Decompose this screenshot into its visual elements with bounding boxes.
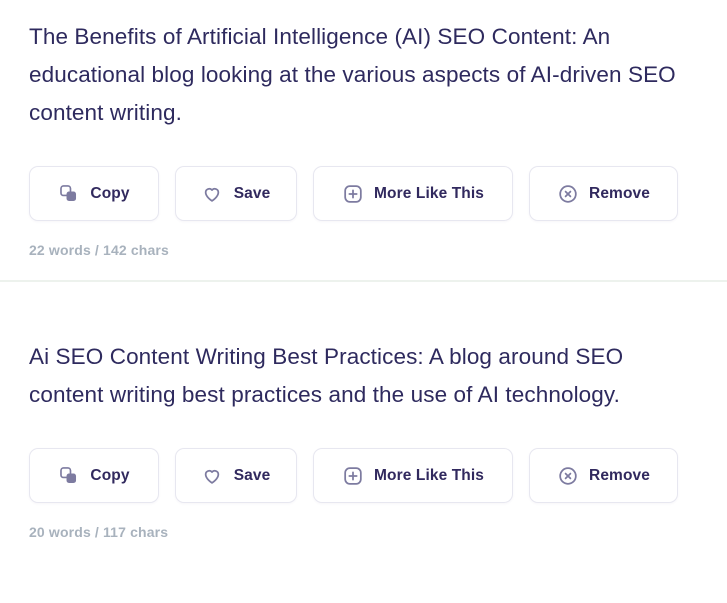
word-char-count: 20 words / 117 chars xyxy=(29,524,169,540)
card-action-row: Copy Save More Like This Remove xyxy=(29,166,698,221)
remove-button[interactable]: Remove xyxy=(529,448,678,503)
card-action-row: Copy Save More Like This Remove xyxy=(29,448,698,503)
content-idea-text: The Benefits of Artificial Intelligence … xyxy=(29,24,676,125)
plus-square-icon xyxy=(342,465,363,486)
more-like-this-button-label: More Like This xyxy=(374,466,484,484)
content-idea-text: Ai SEO Content Writing Best Practices: A… xyxy=(29,344,624,407)
plus-square-icon xyxy=(342,183,363,204)
copy-icon xyxy=(58,465,79,486)
word-char-count: 22 words / 142 chars xyxy=(29,242,169,258)
more-like-this-button[interactable]: More Like This xyxy=(313,166,513,221)
copy-button-label: Copy xyxy=(90,466,130,484)
close-circle-icon xyxy=(557,183,578,204)
copy-button[interactable]: Copy xyxy=(29,448,159,503)
copy-icon xyxy=(58,183,79,204)
copy-button-label: Copy xyxy=(90,184,130,202)
copy-button[interactable]: Copy xyxy=(29,166,159,221)
content-ideas-list: The Benefits of Artificial Intelligence … xyxy=(0,0,727,562)
save-button[interactable]: Save xyxy=(175,166,297,221)
remove-button-label: Remove xyxy=(589,184,650,202)
content-idea-card: The Benefits of Artificial Intelligence … xyxy=(0,0,727,280)
more-like-this-button[interactable]: More Like This xyxy=(313,448,513,503)
more-like-this-button-label: More Like This xyxy=(374,184,484,202)
heart-icon xyxy=(202,465,223,486)
save-button[interactable]: Save xyxy=(175,448,297,503)
content-idea-card: Ai SEO Content Writing Best Practices: A… xyxy=(0,282,727,562)
heart-icon xyxy=(202,183,223,204)
remove-button[interactable]: Remove xyxy=(529,166,678,221)
remove-button-label: Remove xyxy=(589,466,650,484)
save-button-label: Save xyxy=(233,184,271,202)
save-button-label: Save xyxy=(233,466,271,484)
close-circle-icon xyxy=(557,465,578,486)
